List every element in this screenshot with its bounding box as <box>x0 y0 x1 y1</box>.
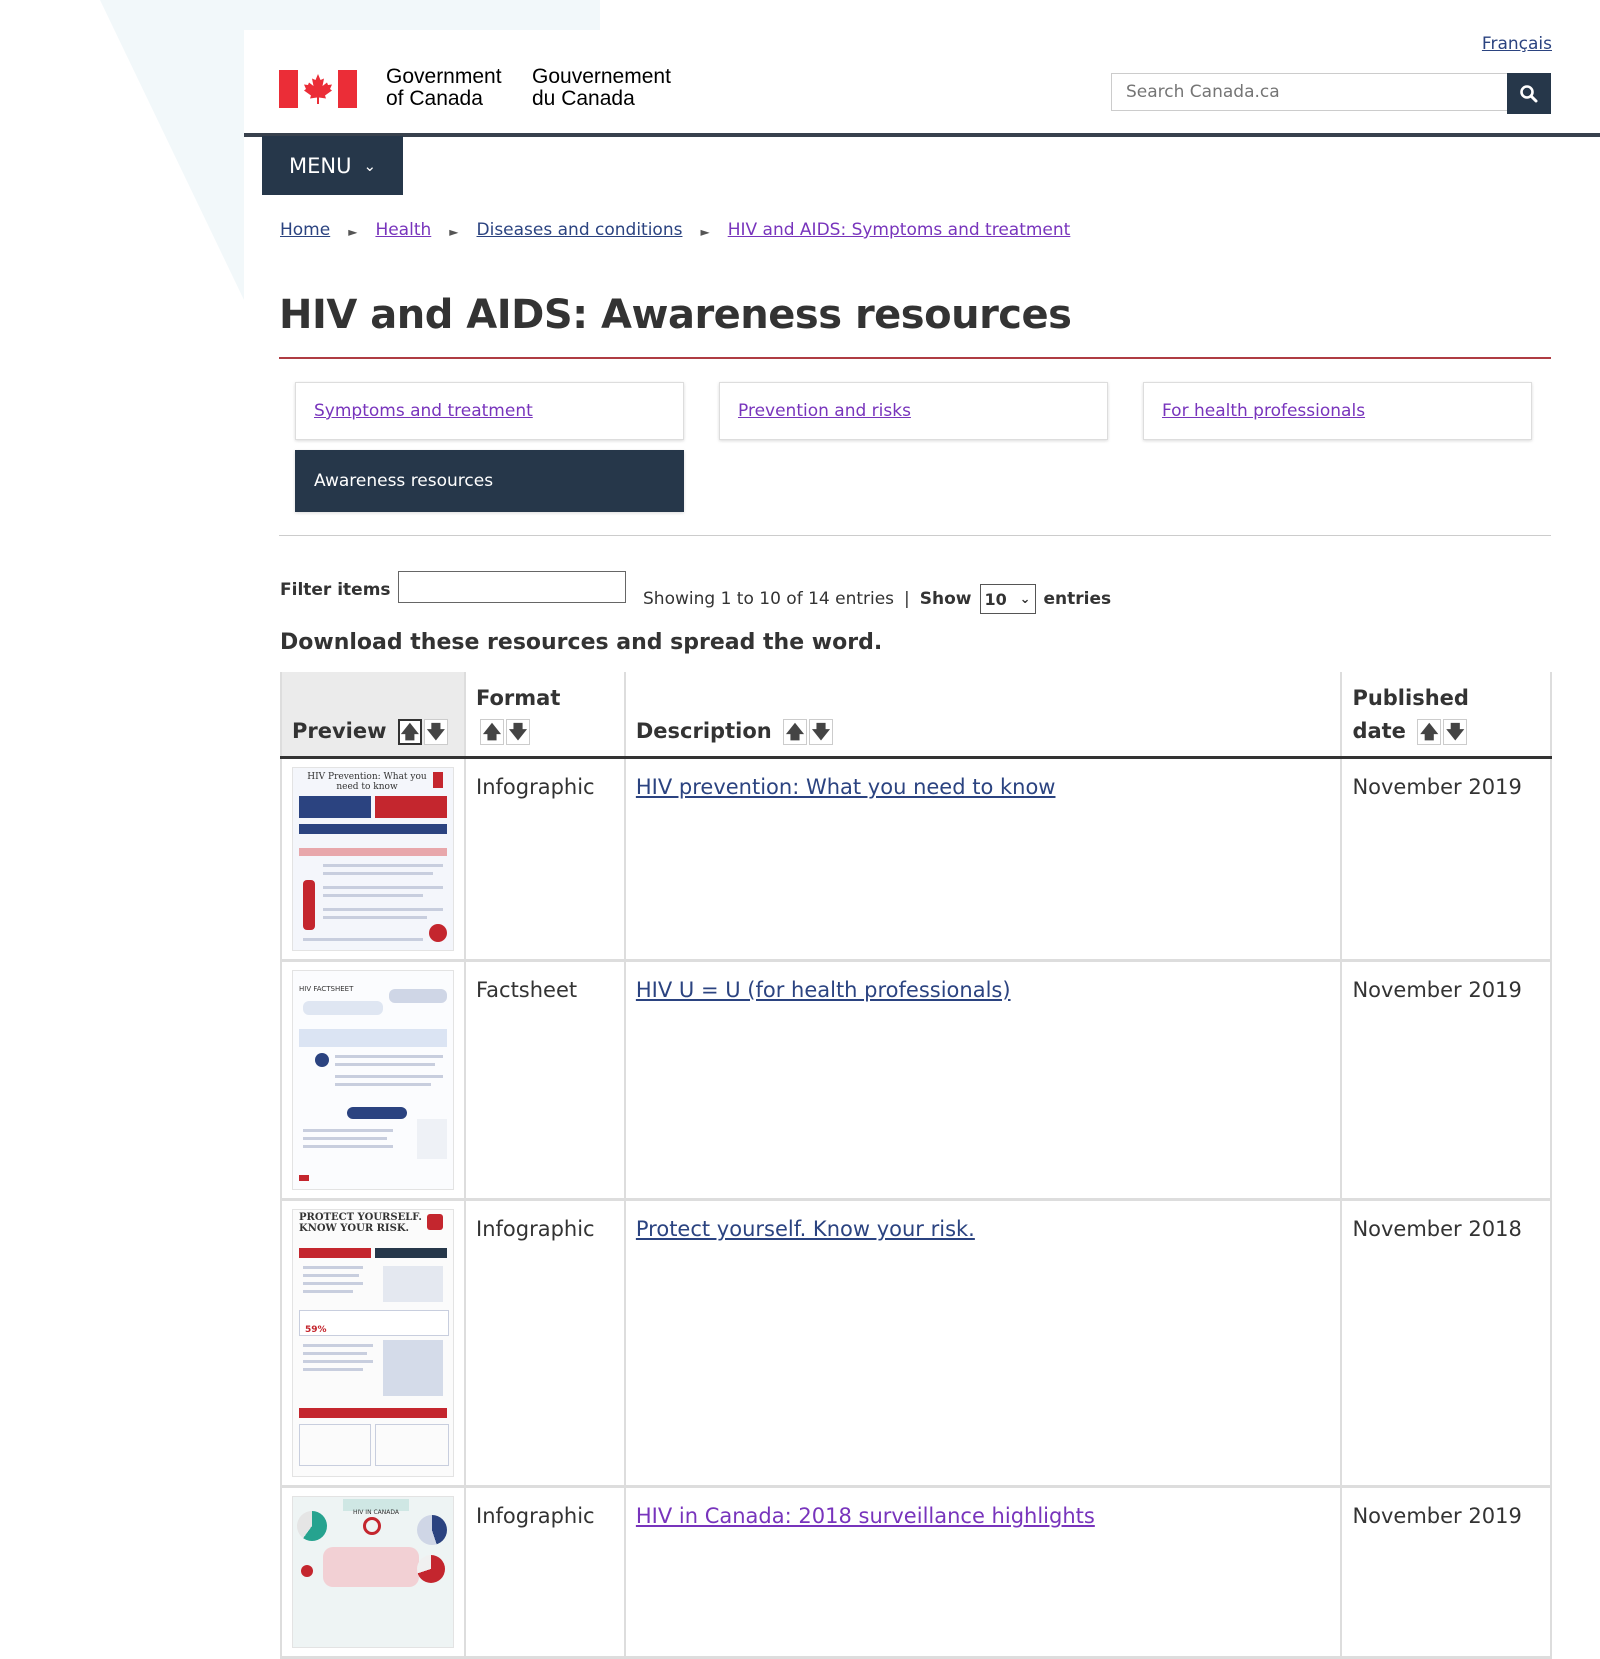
entries-label: entries <box>1043 589 1112 609</box>
show-label: Show <box>919 589 972 609</box>
description-cell: HIV in Canada: 2018 surveillance highlig… <box>623 1486 1342 1659</box>
date-cell: November 2019 <box>1340 1486 1552 1659</box>
signature-english: Government of Canada <box>386 65 502 110</box>
infographic-thumbnail[interactable]: HIV IN CANADA <box>292 1496 454 1648</box>
tab-label[interactable]: Symptoms and treatment <box>314 401 533 421</box>
description-cell: Protect yourself. Know your risk. <box>623 1199 1342 1488</box>
description-cell: HIV U = U (for health professionals) <box>623 960 1342 1201</box>
date-cell: November 2018 <box>1340 1199 1552 1488</box>
section-divider <box>279 535 1551 536</box>
signature-french: Gouvernement du Canada <box>532 65 671 110</box>
breadcrumb-separator-icon: ► <box>700 225 710 239</box>
breadcrumb-health[interactable]: Health <box>375 220 431 244</box>
search-icon <box>1520 84 1538 102</box>
sort-controls[interactable]: 🡅 🡇 <box>1417 719 1468 745</box>
filter-label: Filter items <box>280 580 391 600</box>
sort-descending-icon[interactable]: 🡇 <box>506 719 530 745</box>
intro-text: Download these resources and spread the … <box>280 630 883 655</box>
tab-label[interactable]: For health professionals <box>1162 401 1365 421</box>
tab-awareness-resources[interactable]: Awareness resources <box>295 450 684 512</box>
sort-controls[interactable]: 🡅 🡇 <box>397 719 448 745</box>
sort-descending-icon[interactable]: 🡇 <box>1443 719 1468 745</box>
canada-flag-icon <box>279 70 357 108</box>
search-button[interactable] <box>1507 73 1551 114</box>
divider: | <box>904 589 910 609</box>
chevron-down-icon: ⌄ <box>1019 591 1031 607</box>
filter-input[interactable] <box>398 571 626 603</box>
tab-prevention-and-risks[interactable]: Prevention and risks <box>719 382 1108 440</box>
breadcrumb-hiv-aids[interactable]: HIV and AIDS: Symptoms and treatment <box>728 220 1071 244</box>
search-input[interactable] <box>1111 73 1509 111</box>
chevron-down-icon: ⌄ <box>363 156 377 175</box>
breadcrumb: Home ► Health ► Diseases and conditions … <box>280 220 1070 244</box>
column-header-description[interactable]: Description 🡅 🡇 <box>623 672 1342 759</box>
showing-entries-text: Showing 1 to 10 of 14 entries <box>643 589 895 609</box>
infographic-thumbnail[interactable]: PROTECT YOURSELF. KNOW YOUR RISK. 59% <box>292 1209 454 1477</box>
infographic-thumbnail[interactable]: HIV Prevention: What you need to know <box>292 767 454 951</box>
sort-descending-icon[interactable]: 🡇 <box>423 719 448 745</box>
table-header-row: Preview 🡅 🡇 Format 🡅 🡇 Description 🡅 🡇 P… <box>280 672 1552 759</box>
breadcrumb-separator-icon: ► <box>348 225 358 239</box>
entries-per-page-value: 10 <box>984 589 1007 609</box>
format-cell: Infographic <box>464 1486 625 1659</box>
factsheet-thumbnail[interactable]: HIV FACTSHEET <box>292 970 454 1190</box>
preview-cell: HIV Prevention: What you need to know <box>280 757 465 962</box>
sort-ascending-icon[interactable]: 🡅 <box>1417 719 1442 745</box>
format-cell: Infographic <box>464 757 625 962</box>
resource-link[interactable]: Protect yourself. Know your risk. <box>636 1217 975 1241</box>
table-row: HIV FACTSHEET Factsheet HIV U = U (for h… <box>280 960 1552 1201</box>
column-header-preview[interactable]: Preview 🡅 🡇 <box>280 672 465 759</box>
menu-button[interactable]: MENU ⌄ <box>262 136 403 195</box>
page-title: HIV and AIDS: Awareness resources <box>279 292 1072 338</box>
breadcrumb-home[interactable]: Home <box>280 220 330 244</box>
sort-ascending-icon[interactable]: 🡅 <box>397 719 422 745</box>
resource-link[interactable]: HIV U = U (for health professionals) <box>636 978 1011 1002</box>
sort-controls[interactable]: 🡅 🡇 <box>480 719 530 745</box>
header-divider <box>244 133 1600 137</box>
sort-ascending-icon[interactable]: 🡅 <box>783 719 808 745</box>
breadcrumb-separator-icon: ► <box>449 225 459 239</box>
resource-link[interactable]: HIV prevention: What you need to know <box>636 775 1056 799</box>
language-toggle-link[interactable]: Français <box>1482 34 1552 54</box>
sort-controls[interactable]: 🡅 🡇 <box>783 719 834 745</box>
tab-symptoms-and-treatment[interactable]: Symptoms and treatment <box>295 382 684 440</box>
preview-cell: HIV IN CANADA <box>280 1486 465 1659</box>
column-header-published-date[interactable]: Published date 🡅 🡇 <box>1340 672 1552 759</box>
title-underline <box>279 357 1551 359</box>
sort-ascending-icon[interactable]: 🡅 <box>480 719 504 745</box>
tab-for-health-professionals[interactable]: For health professionals <box>1143 382 1532 440</box>
tab-label: Awareness resources <box>314 471 494 491</box>
table-row: HIV Prevention: What you need to know In… <box>280 757 1552 962</box>
sort-descending-icon[interactable]: 🡇 <box>809 719 834 745</box>
table-row: PROTECT YOURSELF. KNOW YOUR RISK. 59% In… <box>280 1199 1552 1488</box>
entries-per-page-select[interactable]: 10 ⌄ <box>979 584 1036 614</box>
table-info: Showing 1 to 10 of 14 entries | Show 10 … <box>643 584 1111 614</box>
table-row: HIV IN CANADA Infographic HIV in Canada:… <box>280 1486 1552 1659</box>
date-cell: November 2019 <box>1340 960 1552 1201</box>
format-cell: Infographic <box>464 1199 625 1488</box>
menu-label: MENU <box>288 153 352 178</box>
breadcrumb-diseases[interactable]: Diseases and conditions <box>477 220 683 244</box>
preview-cell: HIV FACTSHEET <box>280 960 465 1201</box>
tab-label[interactable]: Prevention and risks <box>738 401 911 421</box>
resources-table: Preview 🡅 🡇 Format 🡅 🡇 Description 🡅 🡇 P… <box>280 672 1552 1659</box>
site-search <box>1111 73 1551 115</box>
resource-link[interactable]: HIV in Canada: 2018 surveillance highlig… <box>636 1504 1095 1528</box>
description-cell: HIV prevention: What you need to know <box>623 757 1342 962</box>
format-cell: Factsheet <box>464 960 625 1201</box>
preview-cell: PROTECT YOURSELF. KNOW YOUR RISK. 59% <box>280 1199 465 1488</box>
column-header-format[interactable]: Format 🡅 🡇 <box>464 672 625 759</box>
date-cell: November 2019 <box>1340 757 1552 962</box>
page: Français Government of Canada Gouverneme… <box>244 30 1600 1659</box>
